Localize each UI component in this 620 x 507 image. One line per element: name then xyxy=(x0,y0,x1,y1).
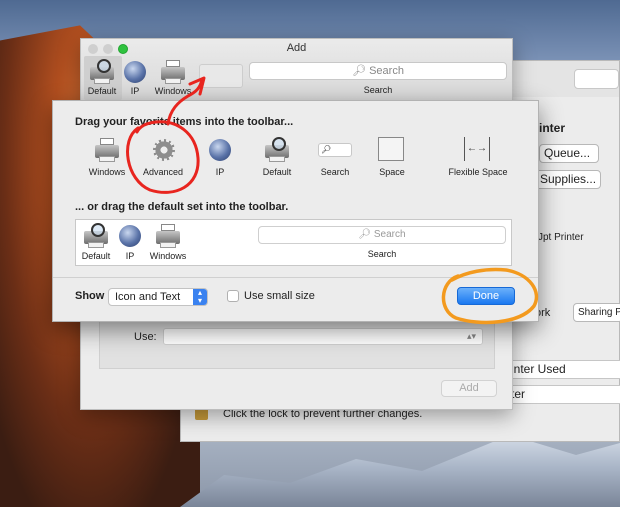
show-mode-value: Icon and Text xyxy=(115,291,181,303)
palette-item-label: IP xyxy=(215,167,225,177)
default-icon xyxy=(82,223,110,249)
select-arrows-icon: ▴▾ xyxy=(193,289,207,305)
default-set-item-label: Windows xyxy=(149,251,187,261)
palette-item-label: Search xyxy=(320,167,350,177)
palette-item-label: Advanced xyxy=(142,167,184,177)
toolbar-item-windows[interactable]: Windows xyxy=(155,59,191,96)
palette-item-label: Space xyxy=(379,167,405,177)
search-icon: 🔎︎ xyxy=(321,145,332,154)
default-set-item-label: IP xyxy=(125,251,135,261)
default-icon xyxy=(88,59,116,85)
palette-item-search[interactable]: 🔎︎ Search xyxy=(305,137,365,177)
toolbar-item-ip[interactable]: IP xyxy=(121,59,149,96)
toolbar-drop-placeholder xyxy=(199,64,243,88)
sheet-divider xyxy=(53,277,538,278)
flexible-space-icon: ←→ xyxy=(464,137,492,163)
palette-item-space[interactable]: Space xyxy=(362,137,422,177)
show-mode-select[interactable]: Icon and Text ▴ ▾ xyxy=(108,288,208,306)
palette-item-label: Windows xyxy=(88,167,126,177)
select-arrows-icon: ▴▾ xyxy=(466,331,476,341)
default-set-item-windows: Windows xyxy=(148,223,188,261)
printer-icon xyxy=(93,137,121,163)
default-icon xyxy=(263,137,291,163)
palette-item-label: Flexible Space xyxy=(448,167,508,177)
default-set-item-ip: IP xyxy=(110,223,150,261)
palette-item-label: Default xyxy=(262,167,292,177)
search-icon: 🔎︎ xyxy=(352,65,367,77)
show-label: Show xyxy=(75,290,105,302)
default-set-toolbar[interactable]: Default IP Windows 🔎︎ Search Search xyxy=(75,219,512,266)
default-set-search-field: 🔎︎ Search xyxy=(258,226,506,244)
globe-icon xyxy=(121,59,149,85)
add-window-titlebar: Add Default IP Windows 🔎︎ Search Search xyxy=(81,39,512,101)
done-button[interactable]: Done xyxy=(457,287,515,305)
palette-item-ip[interactable]: IP xyxy=(190,137,250,177)
default-printer-select[interactable]: inter Used xyxy=(506,360,620,379)
default-set-search-label: Search xyxy=(367,249,397,259)
customize-toolbar-sheet: Drag your favorite items into the toolba… xyxy=(52,100,539,322)
toolbar-item-label: Windows xyxy=(154,86,192,96)
search-field-icon: 🔎︎ xyxy=(318,137,352,163)
customize-heading: Drag your favorite items into the toolba… xyxy=(75,116,294,128)
toolbar-item-default[interactable]: Default xyxy=(88,59,116,96)
search-icon: 🔎︎ xyxy=(358,229,372,240)
options-supplies-button[interactable]: Supplies... xyxy=(535,170,601,189)
use-driver-select[interactable]: ▴▾ xyxy=(163,328,483,345)
palette-item-advanced[interactable]: Advanced xyxy=(133,137,193,177)
window-title: Add xyxy=(286,42,307,54)
open-print-queue-button[interactable]: Queue... xyxy=(539,144,599,163)
toolbar-search-label: Search xyxy=(363,85,393,95)
use-small-size-label[interactable]: Use small size xyxy=(244,290,315,302)
use-small-size-checkbox[interactable] xyxy=(227,290,239,302)
printer-kind-text: Jpt Printer xyxy=(538,232,584,243)
add-button[interactable]: Add xyxy=(441,380,497,397)
globe-icon xyxy=(206,137,234,163)
palette-item-default[interactable]: Default xyxy=(247,137,307,177)
use-label: Use: xyxy=(134,331,157,343)
globe-icon xyxy=(116,223,144,249)
printers-search-input[interactable] xyxy=(574,69,619,89)
printers-section-heading: inter xyxy=(539,121,566,135)
printer-icon xyxy=(154,223,182,249)
palette-item-flexible-space[interactable]: ←→ Flexible Space xyxy=(433,137,523,177)
search-placeholder: Search xyxy=(373,229,406,240)
gear-icon xyxy=(149,137,177,163)
default-set-heading: ... or drag the default set into the too… xyxy=(75,201,289,213)
toolbar-search-input[interactable]: 🔎︎ Search xyxy=(249,62,507,80)
sharing-preferences-button[interactable]: Sharing P xyxy=(573,303,620,322)
space-icon xyxy=(378,137,406,163)
printer-icon xyxy=(159,59,187,85)
palette-item-windows[interactable]: Windows xyxy=(77,137,137,177)
search-placeholder: Search xyxy=(369,65,404,77)
